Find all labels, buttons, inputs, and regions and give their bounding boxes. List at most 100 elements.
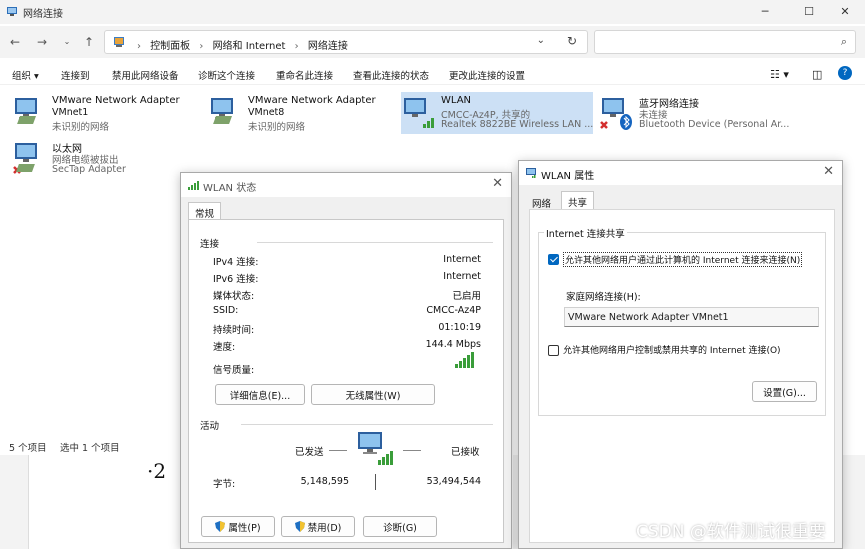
home-network-label: 家庭网络连接(H): bbox=[566, 292, 641, 303]
sent-bytes: 5,148,595 bbox=[300, 476, 349, 487]
breadcrumb-separator: › bbox=[137, 41, 141, 52]
adapter-bluetooth[interactable]: 蓝牙网络连接 未连接 Bluetooth Device (Personal Ar… bbox=[599, 92, 789, 134]
rename-connection-button[interactable]: 重命名此连接 bbox=[276, 68, 333, 82]
adapter-device: Realtek 8822BE Wireless LAN ... bbox=[441, 119, 594, 130]
details-button[interactable]: 详细信息(E)... bbox=[215, 384, 305, 405]
command-bar: 组织 ▾ 连接到 禁用此网络设备 诊断这个连接 重命名此连接 查看此连接的状态 … bbox=[0, 63, 865, 85]
up-arrow-icon[interactable]: ↑ bbox=[80, 33, 98, 51]
adapter-status: 未识别的网络 bbox=[52, 122, 110, 133]
ssid-value: CMCC-Az4P bbox=[426, 305, 481, 316]
item-count: 5 个项目 bbox=[9, 443, 47, 454]
navigation-bar: ← → ⌄ ↑ › 控制面板 › 网络和 Internet › 网络连接 ⌄ ↻… bbox=[0, 26, 865, 58]
properties-button[interactable]: 属性(P) bbox=[201, 516, 275, 537]
wireless-properties-button[interactable]: 无线属性(W) bbox=[311, 384, 435, 405]
ipv6-value: Internet bbox=[443, 271, 481, 282]
address-bar[interactable]: › 控制面板 › 网络和 Internet › 网络连接 ⌄ ↻ bbox=[104, 30, 588, 54]
adapter-vmnet8[interactable]: VMware Network Adapter VMnet8 未识别的网络 bbox=[208, 92, 388, 134]
network-activity-icon bbox=[358, 432, 393, 465]
network-adapter-icon bbox=[211, 98, 233, 124]
view-status-button[interactable]: 查看此连接的状态 bbox=[353, 68, 429, 82]
disable-device-button[interactable]: 禁用此网络设备 bbox=[112, 68, 179, 82]
close-button[interactable]: ✕ bbox=[825, 0, 865, 22]
tab-sharing[interactable]: 共享 bbox=[561, 191, 595, 209]
wireless-adapter-icon bbox=[404, 98, 434, 128]
home-network-field[interactable]: VMware Network Adapter VMnet1 bbox=[564, 307, 819, 327]
adapter-name-line2: VMnet8 bbox=[248, 107, 285, 118]
breadcrumb-network-internet[interactable]: 网络和 Internet bbox=[213, 41, 286, 52]
allow-control-checkbox[interactable] bbox=[548, 345, 559, 356]
disable-button[interactable]: 禁用(D) bbox=[281, 516, 355, 537]
adapter-ethernet[interactable]: 以太网 网络电缆被拔出 SecTap Adapter bbox=[12, 137, 182, 179]
allow-sharing-checkbox[interactable] bbox=[548, 254, 559, 265]
control-panel-icon bbox=[114, 37, 124, 47]
signal-strength-icon bbox=[455, 352, 474, 368]
address-dropdown-icon[interactable]: ⌄ bbox=[537, 35, 545, 46]
signal-icon bbox=[188, 181, 199, 190]
change-settings-button[interactable]: 更改此连接的设置 bbox=[449, 68, 525, 82]
disable-button-label: 禁用(D) bbox=[307, 522, 342, 534]
breadcrumb: › 控制面板 › 网络和 Internet › 网络连接 bbox=[137, 41, 348, 52]
preview-pane-icon[interactable]: ◫ bbox=[812, 68, 822, 81]
view-options-icon[interactable]: ☷ ▾ bbox=[770, 68, 789, 81]
adapter-name-line2: VMnet1 bbox=[52, 107, 89, 118]
duration-label: 持续时间: bbox=[213, 325, 255, 336]
wlan-icon bbox=[526, 168, 536, 178]
search-input[interactable]: ⌕ bbox=[594, 30, 856, 54]
ipv4-label: IPv4 连接: bbox=[213, 257, 259, 268]
network-adapter-icon bbox=[15, 98, 37, 124]
properties-button-label: 属性(P) bbox=[228, 522, 261, 534]
dialog-title: WLAN 状态 bbox=[203, 183, 257, 194]
wlan-properties-dialog: WLAN 属性 ✕ 网络 共享 Internet 连接共享 允许其他网络用户通过… bbox=[518, 160, 843, 549]
help-icon[interactable]: ? bbox=[838, 66, 852, 80]
adapter-vmnet1[interactable]: VMware Network Adapter VMnet1 未识别的网络 bbox=[12, 92, 192, 134]
uac-shield-icon bbox=[215, 521, 226, 532]
bytes-label: 字节: bbox=[213, 479, 236, 490]
wlan-status-dialog: WLAN 状态 ✕ 常规 连接 IPv4 连接: Internet IPv6 连… bbox=[180, 172, 512, 549]
general-panel: 连接 IPv4 连接: Internet IPv6 连接: Internet 媒… bbox=[188, 219, 504, 543]
ipv6-label: IPv6 连接: bbox=[213, 274, 259, 285]
close-icon[interactable]: ✕ bbox=[492, 176, 503, 191]
duration-value: 01:10:19 bbox=[438, 322, 481, 333]
organize-menu[interactable]: 组织 ▾ bbox=[12, 68, 39, 82]
breadcrumb-control-panel[interactable]: 控制面板 bbox=[150, 41, 190, 52]
ics-group-label: Internet 连接共享 bbox=[544, 226, 627, 240]
recent-dropdown-icon[interactable]: ⌄ bbox=[58, 33, 76, 51]
adapter-name: VMware Network Adapter bbox=[248, 95, 376, 106]
close-icon[interactable]: ✕ bbox=[823, 164, 834, 179]
speed-label: 速度: bbox=[213, 342, 236, 353]
connect-to-button[interactable]: 连接到 bbox=[61, 68, 90, 82]
window-title: 网络连接 bbox=[23, 9, 63, 20]
selected-count: 选中 1 个项目 bbox=[60, 443, 120, 454]
received-bytes: 53,494,544 bbox=[426, 476, 481, 487]
adapter-device: Bluetooth Device (Personal Ar... bbox=[639, 119, 790, 130]
tab-general[interactable]: 常规 bbox=[188, 202, 222, 220]
received-label: 已接收 bbox=[451, 447, 480, 458]
adapter-wlan[interactable]: WLAN CMCC-Az4P, 共享的 Realtek 8822BE Wirel… bbox=[401, 92, 593, 134]
diagnose-button[interactable]: 诊断(G) bbox=[363, 516, 437, 537]
diagnose-connection-button[interactable]: 诊断这个连接 bbox=[198, 68, 255, 82]
speed-value: 144.4 Mbps bbox=[425, 339, 481, 350]
allow-control-label[interactable]: 允许其他网络用户控制或禁用共享的 Internet 连接(O) bbox=[563, 343, 781, 356]
connection-group-label: 连接 bbox=[200, 239, 220, 250]
adapter-name: WLAN bbox=[441, 95, 472, 106]
maximize-button[interactable]: ☐ bbox=[789, 0, 829, 22]
ipv4-value: Internet bbox=[443, 254, 481, 265]
ssid-label: SSID: bbox=[213, 305, 239, 316]
signal-quality-label: 信号质量: bbox=[213, 365, 255, 376]
network-folder-icon bbox=[7, 7, 17, 16]
minimize-button[interactable]: ─ bbox=[745, 0, 785, 22]
allow-sharing-label[interactable]: 允许其他网络用户通过此计算机的 Internet 连接来连接(N) bbox=[563, 252, 803, 267]
forward-arrow-icon[interactable]: → bbox=[33, 33, 51, 51]
breadcrumb-network-connections[interactable]: 网络连接 bbox=[308, 41, 348, 52]
refresh-icon[interactable]: ↻ bbox=[567, 34, 577, 48]
dialog-title: WLAN 属性 bbox=[541, 171, 595, 182]
ethernet-adapter-icon bbox=[13, 143, 37, 174]
background-document-text: ·2 bbox=[147, 459, 167, 483]
media-state-label: 媒体状态: bbox=[213, 291, 255, 302]
settings-button[interactable]: 设置(G)... bbox=[752, 381, 817, 402]
back-arrow-icon[interactable]: ← bbox=[6, 33, 24, 51]
adapter-status: 未识别的网络 bbox=[248, 122, 306, 133]
dialog-title-bar: WLAN 属性 ✕ bbox=[519, 161, 842, 185]
activity-group-label: 活动 bbox=[200, 421, 220, 432]
adapter-name: VMware Network Adapter bbox=[52, 95, 180, 106]
